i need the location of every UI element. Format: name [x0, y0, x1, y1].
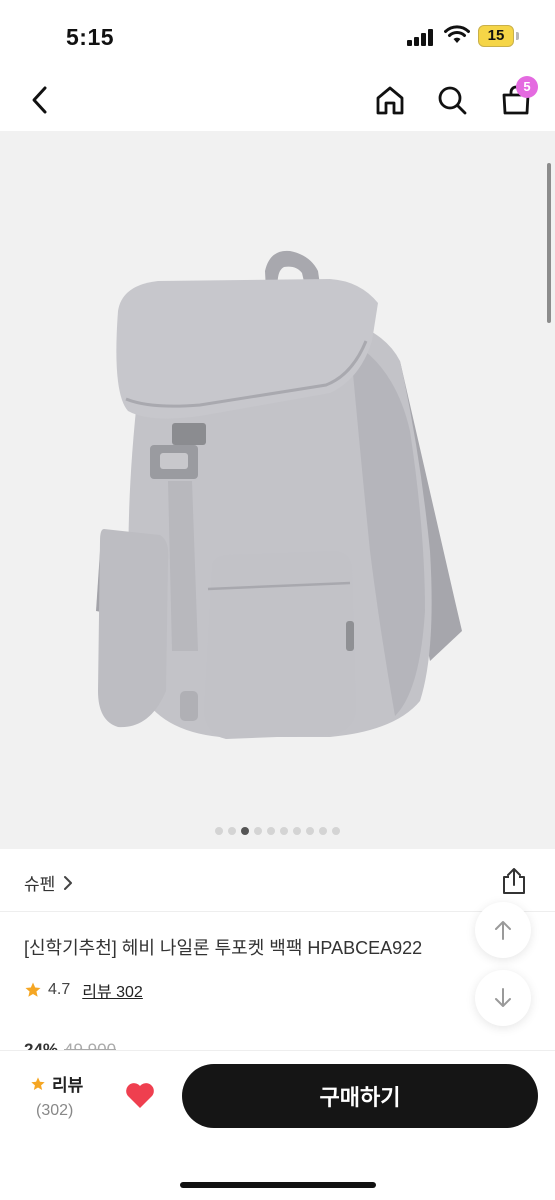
- wishlist-button[interactable]: [120, 1075, 160, 1115]
- price-row: 24% 49,900: [24, 1040, 116, 1050]
- pagination-dot-active[interactable]: [241, 827, 249, 835]
- brand-link[interactable]: 슈펜: [24, 870, 73, 895]
- battery-icon: 15: [478, 25, 514, 47]
- chevron-left-icon: [32, 86, 47, 114]
- product-image-gallery[interactable]: [0, 131, 555, 849]
- brand-name: 슈펜: [24, 875, 56, 894]
- star-icon: [25, 982, 41, 997]
- arrow-up-icon: [495, 921, 511, 940]
- gallery-pagination-dots: [0, 827, 555, 837]
- pagination-dot[interactable]: [267, 827, 275, 835]
- product-title: [신학기추천] 헤비 나일론 투포켓 백팩 HPABCEA922: [24, 938, 423, 958]
- original-price: 49,900: [64, 1040, 117, 1050]
- star-icon: [31, 1076, 45, 1090]
- search-button[interactable]: [432, 78, 472, 122]
- back-button[interactable]: [20, 78, 60, 122]
- share-icon: [503, 868, 525, 894]
- pagination-dot[interactable]: [215, 827, 223, 835]
- pagination-dot[interactable]: [254, 827, 262, 835]
- pagination-dot[interactable]: [293, 827, 301, 835]
- review-count-link[interactable]: 리뷰 302: [82, 978, 143, 1002]
- scroll-down-button[interactable]: [475, 970, 531, 1026]
- bottom-review-label-row: 리뷰: [30, 1071, 83, 1096]
- share-button[interactable]: [496, 864, 532, 898]
- heart-icon: [126, 1083, 154, 1108]
- pagination-dot[interactable]: [332, 827, 340, 835]
- battery-cap: [516, 32, 519, 40]
- image-scrollbar[interactable]: [547, 163, 551, 323]
- cellular-signal-icon: [407, 28, 435, 46]
- cart-count-badge: 5: [516, 76, 538, 98]
- home-icon: [376, 86, 404, 115]
- battery-level: 15: [487, 27, 505, 44]
- bottom-review-count: (302): [36, 1102, 74, 1119]
- top-nav-bar: [0, 70, 555, 130]
- product-image: [96, 250, 462, 739]
- scroll-up-button[interactable]: [475, 902, 531, 958]
- bottom-review-label: 리뷰: [52, 1076, 84, 1095]
- status-time: 5:15: [66, 24, 115, 50]
- status-bar: 5:15 15: [0, 0, 555, 70]
- chevron-right-icon: [64, 875, 73, 890]
- search-icon: [438, 86, 467, 115]
- pagination-dot[interactable]: [306, 827, 314, 835]
- pagination-dot[interactable]: [228, 827, 236, 835]
- wifi-icon: [444, 25, 470, 43]
- rating-value: 4.7: [48, 981, 71, 998]
- pagination-dot[interactable]: [280, 827, 288, 835]
- bottom-action-bar: 리뷰 (302) 구매하기: [0, 1050, 555, 1200]
- bottom-review-summary[interactable]: 리뷰 (302): [30, 1071, 83, 1120]
- buy-button[interactable]: 구매하기: [182, 1064, 538, 1128]
- brand-row: 슈펜: [0, 850, 555, 912]
- rating-row: 4.7 리뷰 302: [24, 978, 143, 1002]
- arrow-down-icon: [495, 988, 511, 1007]
- discount-rate: 24%: [24, 1040, 59, 1050]
- home-button[interactable]: [370, 78, 410, 122]
- pagination-dot[interactable]: [319, 827, 327, 835]
- home-indicator[interactable]: [180, 1182, 376, 1188]
